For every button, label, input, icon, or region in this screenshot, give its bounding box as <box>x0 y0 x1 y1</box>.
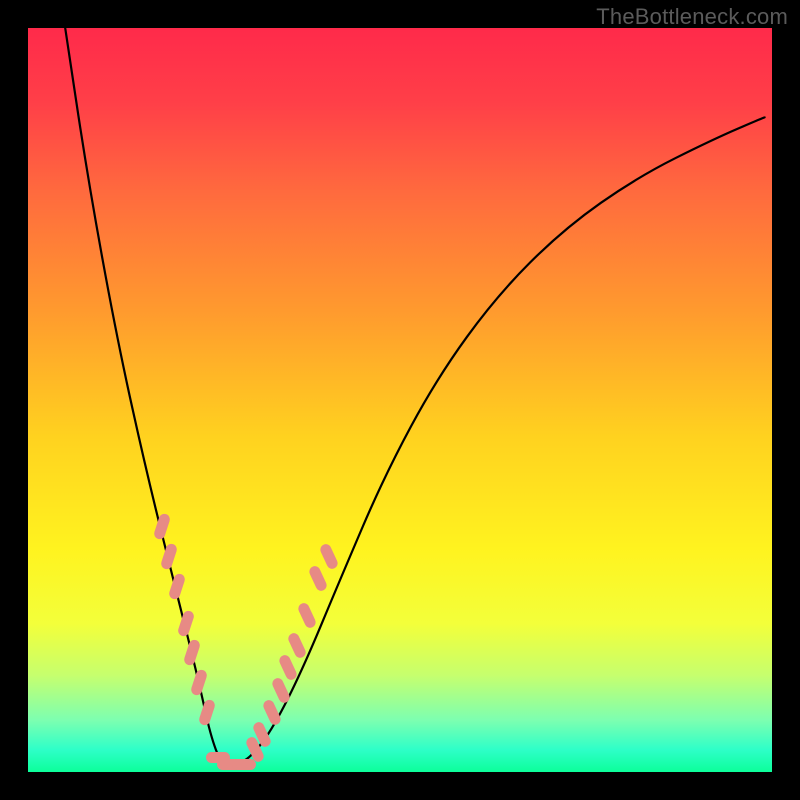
chart-frame: TheBottleneck.com <box>0 0 800 800</box>
highlight-dash <box>232 759 256 770</box>
plot-area <box>28 28 772 772</box>
watermark-text: TheBottleneck.com <box>596 4 788 30</box>
bottleneck-curve <box>28 28 772 772</box>
curve-path <box>65 28 764 765</box>
